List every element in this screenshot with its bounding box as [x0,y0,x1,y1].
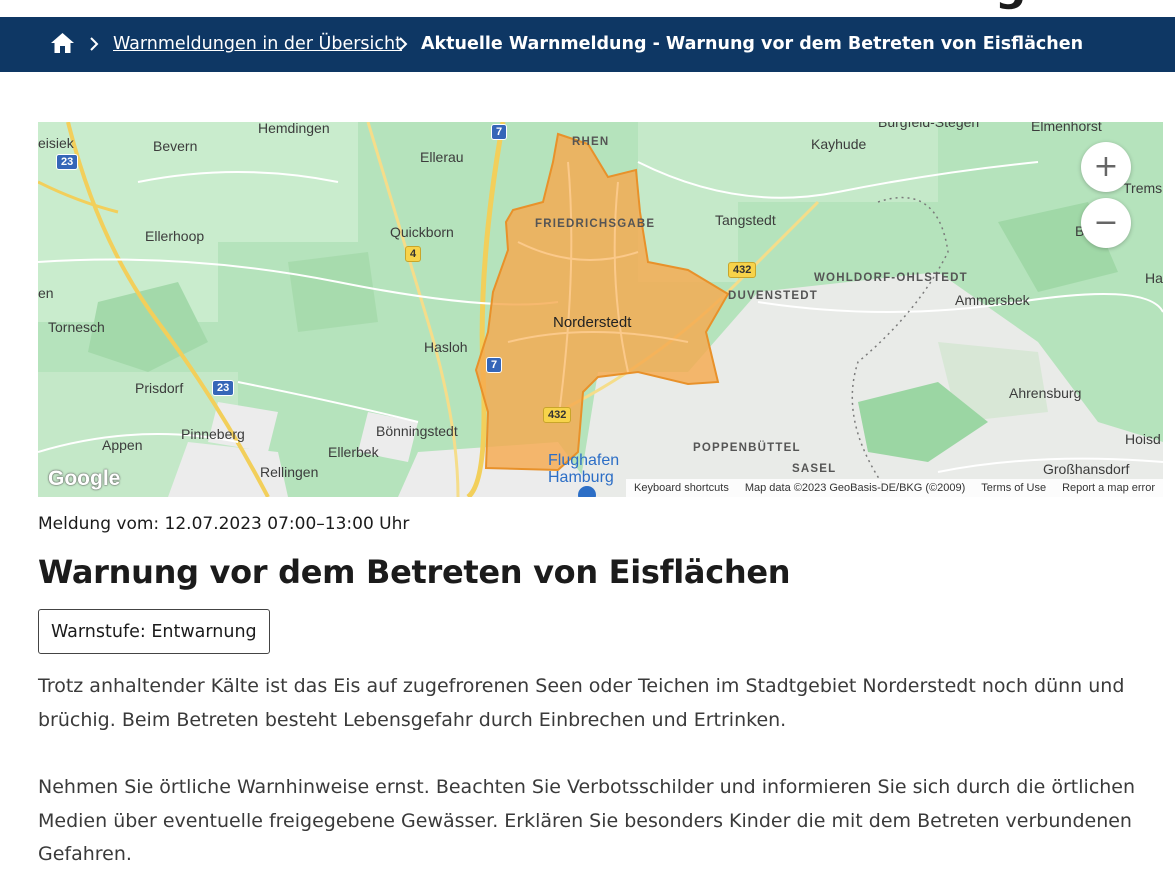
map-label-hoisdorf: Hoisd [1125,431,1161,447]
map-label-eisiek: eisiek [38,135,74,151]
map-label-rhen: RHEN [572,136,610,148]
map-label-grosshansdorf: Großhansdorf [1043,461,1130,477]
map-label-en: en [38,285,54,301]
map-data-credit: Map data ©2023 GeoBasis-DE/BKG (©2009) [744,482,966,494]
page-title: Warnung vor dem Betreten von Eisflächen [38,553,791,591]
road-shield-a23-mid: 23 [212,380,235,396]
report-map-error-link[interactable]: Report a map error [1054,482,1163,494]
map-label-bevern: Bevern [153,138,198,154]
map-label-ahrensburg: Ahrensburg [1009,385,1082,401]
warning-date: Meldung vom: 12.07.2023 07:00–13:00 Uhr [38,514,410,534]
map-label-burgfeld: Burgfeld-Stegen [878,122,980,130]
breadcrumb: Warnmeldungen in der Übersicht Aktuelle … [0,17,1175,72]
map-label-quickborn: Quickborn [390,224,454,240]
map-label-ellerbek: Ellerbek [328,444,379,460]
map-label-boenningstedt: Bönningstedt [376,423,458,439]
map-label-flughafen: Flughafen Hamburg [548,452,620,486]
map-label-wohldorf: WOHLDORF-OHLSTEDT [814,272,968,284]
page-header-remnant: g [0,0,1175,17]
plus-icon: + [1093,149,1119,184]
map-label-tangstedt: Tangstedt [715,212,776,228]
map-label-ellerau: Ellerau [420,149,464,165]
chevron-right-icon [399,37,408,51]
map-label-tornesch: Tornesch [48,319,105,335]
map-label-hasloh: Hasloh [424,339,468,355]
map-label-rellingen: Rellingen [260,464,319,480]
map-label-friedrichsgabe: FRIEDRICHSGABE [535,218,656,230]
zoom-in-button[interactable]: + [1081,142,1131,192]
map-label-ammersbek: Ammersbek [955,292,1030,308]
breadcrumb-link-overview[interactable]: Warnmeldungen in der Übersicht [113,34,402,54]
map-label-sasel: SASEL [792,463,837,475]
map-label-poppenbuettel: POPPENBÜTTEL [693,442,801,454]
map-label-duvenstedt: DUVENSTEDT [728,290,818,302]
map-label-hemdingen: Hemdingen [258,122,330,136]
home-icon[interactable] [50,31,75,55]
map-label-ellerhoop: Ellerhoop [145,228,205,244]
zoom-out-button[interactable]: − [1081,198,1131,248]
map-label-elmenhorst: Elmenhorst [1031,122,1102,134]
road-shield-a7: 7 [491,124,508,140]
header-title-fragment: g [995,0,1027,11]
map-label-prisdorf: Prisdorf [135,380,184,396]
warning-level-badge: Warnstufe: Entwarnung [38,609,270,654]
map-label-pinneberg: Pinneberg [181,426,245,442]
keyboard-shortcuts-link[interactable]: Keyboard shortcuts [626,482,737,494]
road-shield-b432-south: 432 [543,407,572,423]
map-label-ha: Ha [1145,270,1163,286]
map-attribution: Keyboard shortcuts Map data ©2023 GeoBas… [626,479,1163,497]
road-shield-a23: 23 [56,154,79,170]
breadcrumb-current: Aktuelle Warnmeldung - Warnung vor dem B… [421,34,1084,54]
map-label-kayhude: Kayhude [811,136,867,152]
chevron-right-icon [90,37,99,51]
road-shield-b4: 4 [405,246,422,262]
google-logo: Google [48,467,121,490]
map-label-tremsb: Tremsb [1123,180,1163,196]
warning-paragraph-2: Nehmen Sie örtliche Warnhinweise ernst. … [38,776,1136,865]
map-label-appen: Appen [102,437,143,453]
terms-of-use-link[interactable]: Terms of Use [973,482,1054,494]
minus-icon: − [1093,205,1119,240]
warning-map[interactable]: Hemdingen Bevern Ellerau RHEN Kayhude Bu… [38,122,1163,497]
road-shield-b432: 432 [728,262,757,278]
warning-paragraph-1: Trotz anhaltender Kälte ist das Eis auf … [38,675,1125,731]
road-shield-a7-mid: 7 [486,357,503,373]
map-label-norderstedt: Norderstedt [553,314,632,331]
